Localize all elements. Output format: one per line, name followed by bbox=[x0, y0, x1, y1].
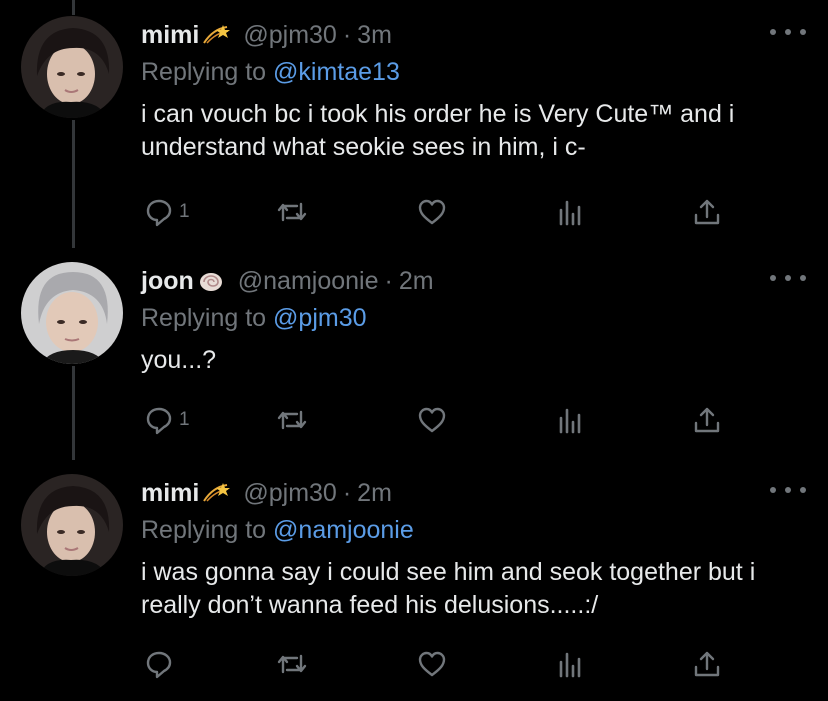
avatar[interactable] bbox=[21, 474, 123, 576]
retweet-button[interactable] bbox=[275, 194, 309, 230]
display-name[interactable]: mimi bbox=[141, 479, 199, 508]
display-name[interactable]: mimi bbox=[141, 21, 199, 50]
separator-dot: · bbox=[384, 266, 393, 295]
heart-icon bbox=[418, 651, 446, 677]
dizzy-emoji-icon bbox=[203, 25, 231, 44]
tweet-text: i was gonna say i could see him and seok… bbox=[141, 558, 756, 619]
replying-to-label: Replying to bbox=[141, 304, 267, 332]
separator-dot: · bbox=[342, 20, 352, 49]
share-icon bbox=[694, 407, 720, 433]
user-handle[interactable]: @namjoonie bbox=[238, 267, 379, 296]
share-button[interactable] bbox=[691, 646, 723, 682]
timestamp[interactable]: 3m bbox=[357, 21, 392, 50]
action-bar: 1 bbox=[141, 194, 801, 230]
timestamp[interactable]: 2m bbox=[357, 479, 392, 508]
tweet[interactable]: joon @namjoonie · 2m Replying to @pjm30 … bbox=[0, 262, 828, 462]
retweet-icon bbox=[277, 202, 307, 222]
tweet-text: i can vouch bc i took his order he is Ve… bbox=[141, 100, 735, 161]
tweet-text: you...? bbox=[141, 346, 217, 374]
timestamp[interactable]: 2m bbox=[399, 267, 434, 296]
reply-count: 1 bbox=[179, 201, 190, 222]
analytics-button[interactable] bbox=[554, 194, 586, 230]
replying-to-label: Replying to bbox=[141, 516, 267, 544]
analytics-icon bbox=[559, 200, 581, 226]
reply-button[interactable]: 1 bbox=[143, 194, 190, 230]
reply-button[interactable] bbox=[143, 646, 179, 682]
share-button[interactable] bbox=[691, 402, 723, 438]
analytics-button[interactable] bbox=[554, 646, 586, 682]
heart-icon bbox=[418, 407, 446, 433]
tweet[interactable]: mimi @pjm30 · 3m Replying to @kimtae13 i… bbox=[0, 16, 828, 244]
reply-count: 1 bbox=[179, 409, 190, 430]
tweet[interactable]: mimi @pjm30 · 2m Replying to @namjoonie … bbox=[0, 474, 828, 694]
mention-link[interactable]: @pjm30 bbox=[273, 304, 366, 332]
like-button[interactable] bbox=[416, 194, 448, 230]
tweet-header: mimi @pjm30 · 2m bbox=[141, 474, 808, 512]
analytics-icon bbox=[559, 652, 581, 678]
user-handle[interactable]: @pjm30 bbox=[243, 21, 336, 50]
share-button[interactable] bbox=[691, 194, 723, 230]
mention-link[interactable]: @kimtae13 bbox=[273, 58, 400, 86]
reply-icon bbox=[146, 651, 172, 679]
analytics-button[interactable] bbox=[554, 402, 586, 438]
like-button[interactable] bbox=[416, 646, 448, 682]
replying-to: Replying to @kimtae13 bbox=[141, 54, 808, 90]
avatar[interactable] bbox=[21, 262, 123, 364]
dizzy-emoji-icon bbox=[203, 483, 231, 502]
avatar[interactable] bbox=[21, 16, 123, 118]
more-icon[interactable] bbox=[770, 480, 806, 500]
share-icon bbox=[694, 651, 720, 677]
retweet-icon bbox=[277, 410, 307, 430]
reply-icon bbox=[146, 199, 172, 227]
share-icon bbox=[694, 199, 720, 225]
replying-to: Replying to @pjm30 bbox=[141, 300, 808, 336]
spiral-shell-emoji-icon bbox=[199, 273, 222, 291]
mention-link[interactable]: @namjoonie bbox=[273, 516, 414, 544]
display-name[interactable]: joon bbox=[141, 267, 194, 296]
separator-dot: · bbox=[342, 478, 352, 507]
action-bar bbox=[141, 646, 801, 682]
analytics-icon bbox=[559, 408, 581, 434]
reply-icon bbox=[146, 407, 172, 435]
action-bar: 1 bbox=[141, 402, 801, 438]
tweet-header: joon @namjoonie · 2m bbox=[141, 262, 808, 300]
reply-button[interactable]: 1 bbox=[143, 402, 190, 438]
replying-to-label: Replying to bbox=[141, 58, 267, 86]
like-button[interactable] bbox=[416, 402, 448, 438]
retweet-icon bbox=[277, 654, 307, 674]
thread-connector bbox=[72, 0, 75, 15]
heart-icon bbox=[418, 199, 446, 225]
tweet-header: mimi @pjm30 · 3m bbox=[141, 16, 808, 54]
user-handle[interactable]: @pjm30 bbox=[243, 479, 336, 508]
more-icon[interactable] bbox=[770, 22, 806, 42]
retweet-button[interactable] bbox=[275, 402, 309, 438]
replying-to: Replying to @namjoonie bbox=[141, 512, 808, 548]
more-icon[interactable] bbox=[770, 268, 806, 288]
retweet-button[interactable] bbox=[275, 646, 309, 682]
